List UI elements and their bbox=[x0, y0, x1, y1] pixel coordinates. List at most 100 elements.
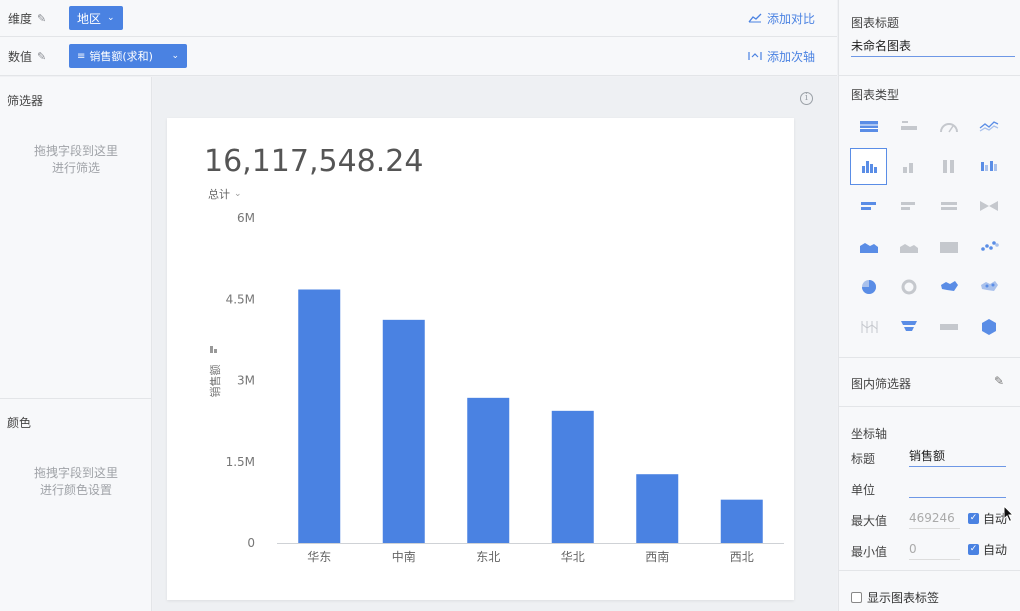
filter-hint-line2: 进行筛选 bbox=[51, 161, 100, 175]
line-icon bbox=[979, 120, 998, 132]
axis-title-input[interactable]: 销售额 bbox=[909, 447, 1006, 467]
show-labels-checkbox[interactable]: 显示图表标签 bbox=[851, 589, 939, 606]
bar bbox=[467, 397, 510, 543]
divider bbox=[839, 570, 1020, 571]
dimension-row: 维度 ✎ 地区 ⌄ 添加对比 bbox=[0, 0, 837, 37]
add-compare-label: 添加对比 bbox=[766, 11, 815, 26]
chart-type-table[interactable] bbox=[850, 108, 887, 145]
chart-type-percent-hbar[interactable] bbox=[930, 188, 967, 225]
x-tick-label: 东北 bbox=[476, 550, 500, 564]
chart-title-input[interactable]: 未命名图表 bbox=[851, 37, 1015, 57]
compare-icon bbox=[748, 13, 762, 23]
scatter-icon bbox=[980, 240, 999, 251]
chart-type-kpi[interactable] bbox=[890, 108, 927, 145]
liquid-icon bbox=[981, 318, 996, 335]
map-icon bbox=[940, 280, 958, 291]
hbar-icon bbox=[860, 201, 876, 210]
edit-inner-filter-icon[interactable]: ✎ bbox=[994, 374, 1004, 388]
color-hint-line2: 进行颜色设置 bbox=[39, 483, 112, 497]
checkbox-checked-icon: ✓ bbox=[968, 513, 979, 524]
grouped-bar-icon bbox=[980, 160, 997, 171]
chart-type-bar[interactable] bbox=[850, 148, 887, 185]
dimension-chip[interactable]: 地区 ⌄ bbox=[69, 6, 123, 30]
pie-icon bbox=[861, 279, 876, 294]
x-tick-label: 西北 bbox=[730, 550, 754, 564]
dot-map-icon bbox=[980, 280, 998, 291]
chevron-down-icon: ⌄ bbox=[107, 13, 115, 23]
axis-max-label: 最大值 bbox=[851, 514, 888, 528]
chart-type-hbar[interactable] bbox=[850, 188, 887, 225]
value-chip[interactable]: ≡ 销售额(求和) ⌄ bbox=[69, 44, 187, 68]
value-chip-label: 销售额(求和) bbox=[89, 50, 153, 63]
percent-hbar-icon bbox=[940, 201, 957, 210]
filter-section: 筛选器 bbox=[0, 92, 152, 109]
chart-type-stacked-area[interactable] bbox=[890, 228, 927, 265]
chart-type-parallel[interactable] bbox=[850, 308, 887, 345]
bar bbox=[382, 319, 425, 543]
axis-section-label: 坐标轴 bbox=[851, 427, 888, 441]
chart-type-grid bbox=[850, 108, 1010, 345]
bar bbox=[551, 410, 594, 543]
chart-type-map[interactable] bbox=[930, 268, 967, 305]
edit-value-icon[interactable]: ✎ bbox=[37, 50, 46, 63]
bar bbox=[298, 289, 341, 543]
settings-panel: 图表标题 未命名图表 图表类型 图内筛选器 ✎ 坐标轴 标题 销售额 单位 最大… bbox=[838, 0, 1020, 611]
chart-type-percent-area[interactable] bbox=[930, 228, 967, 265]
axis-max-input[interactable]: 469246 bbox=[909, 509, 960, 529]
x-tick-label: 中南 bbox=[392, 549, 416, 564]
chart-type-dot-map[interactable] bbox=[970, 268, 1007, 305]
y-axis-icon bbox=[214, 349, 217, 353]
secondary-axis-icon bbox=[748, 52, 762, 60]
bidirectional-bar-icon bbox=[979, 200, 998, 211]
color-title: 颜色 bbox=[7, 416, 32, 430]
info-icon[interactable]: i bbox=[800, 92, 813, 105]
inner-filter-label: 图内筛选器 bbox=[851, 377, 912, 391]
y-tick-label: 6M bbox=[237, 211, 255, 225]
chart-type-area[interactable] bbox=[850, 228, 887, 265]
axis-min-auto-checkbox[interactable]: ✓ 自动 bbox=[968, 541, 1007, 558]
chart-card: 16,117,548.24 总计 ⌄ 0 1.5M 3M 4.5M 6M 销售额 华东 中南东… bbox=[167, 118, 794, 600]
show-labels-label: 显示图表标签 bbox=[867, 591, 940, 605]
chart-type-pie[interactable] bbox=[850, 268, 887, 305]
kpi-icon bbox=[900, 120, 917, 130]
x-tick-label: 华北 bbox=[561, 550, 585, 564]
chart-type-line[interactable] bbox=[970, 108, 1007, 145]
filter-drop-zone[interactable]: 拖拽字段到这里 进行筛选 bbox=[0, 143, 152, 177]
dimension-label: 维度 bbox=[8, 11, 33, 26]
chart-type-liquid[interactable] bbox=[970, 308, 1007, 345]
axis-unit-input[interactable] bbox=[909, 478, 1006, 498]
divider bbox=[839, 75, 1020, 76]
chart-type-wordcloud[interactable] bbox=[930, 308, 967, 345]
parallel-icon bbox=[861, 320, 877, 333]
chart-type-scatter[interactable] bbox=[970, 228, 1007, 265]
edit-dimension-icon[interactable]: ✎ bbox=[37, 12, 46, 25]
y-tick-label: 3M bbox=[237, 374, 255, 388]
chart-type-percent-bar[interactable] bbox=[930, 148, 967, 185]
percent-bar-icon bbox=[942, 159, 954, 173]
checkbox-checked-icon: ✓ bbox=[968, 544, 979, 555]
color-hint-line1: 拖拽字段到这里 bbox=[33, 466, 118, 480]
divider bbox=[839, 357, 1020, 358]
chart-type-grouped-bar[interactable] bbox=[970, 148, 1007, 185]
stacked-hbar-icon bbox=[900, 201, 915, 210]
axis-max-auto-checkbox[interactable]: ✓ 自动 bbox=[968, 510, 1007, 527]
axis-min-input[interactable]: 0 bbox=[909, 540, 960, 560]
chart-type-stacked-bar[interactable] bbox=[890, 148, 927, 185]
chart-type-ring[interactable] bbox=[890, 268, 927, 305]
chart-type-funnel[interactable] bbox=[890, 308, 927, 345]
filter-title: 筛选器 bbox=[7, 94, 44, 108]
add-secondary-axis-button[interactable]: 添加次轴 bbox=[748, 48, 815, 65]
left-field-panel: 筛选器 拖拽字段到这里 进行筛选 颜色 拖拽字段到这里 进行颜色设置 bbox=[0, 77, 152, 611]
filter-hint-line1: 拖拽字段到这里 bbox=[33, 144, 118, 158]
chart-type-gauge[interactable] bbox=[930, 108, 967, 145]
wordcloud-icon bbox=[939, 323, 958, 330]
checkbox-unchecked-icon bbox=[851, 592, 862, 603]
color-drop-zone[interactable]: 拖拽字段到这里 进行颜色设置 bbox=[0, 465, 152, 499]
chart-type-stacked-hbar[interactable] bbox=[890, 188, 927, 225]
chart-type-bidirectional-bar[interactable] bbox=[970, 188, 1007, 225]
add-secondary-axis-label: 添加次轴 bbox=[766, 49, 815, 64]
divider bbox=[839, 406, 1020, 407]
stacked-area-icon bbox=[899, 243, 918, 253]
add-compare-button[interactable]: 添加对比 bbox=[748, 10, 815, 27]
color-section: 颜色 bbox=[0, 414, 152, 431]
